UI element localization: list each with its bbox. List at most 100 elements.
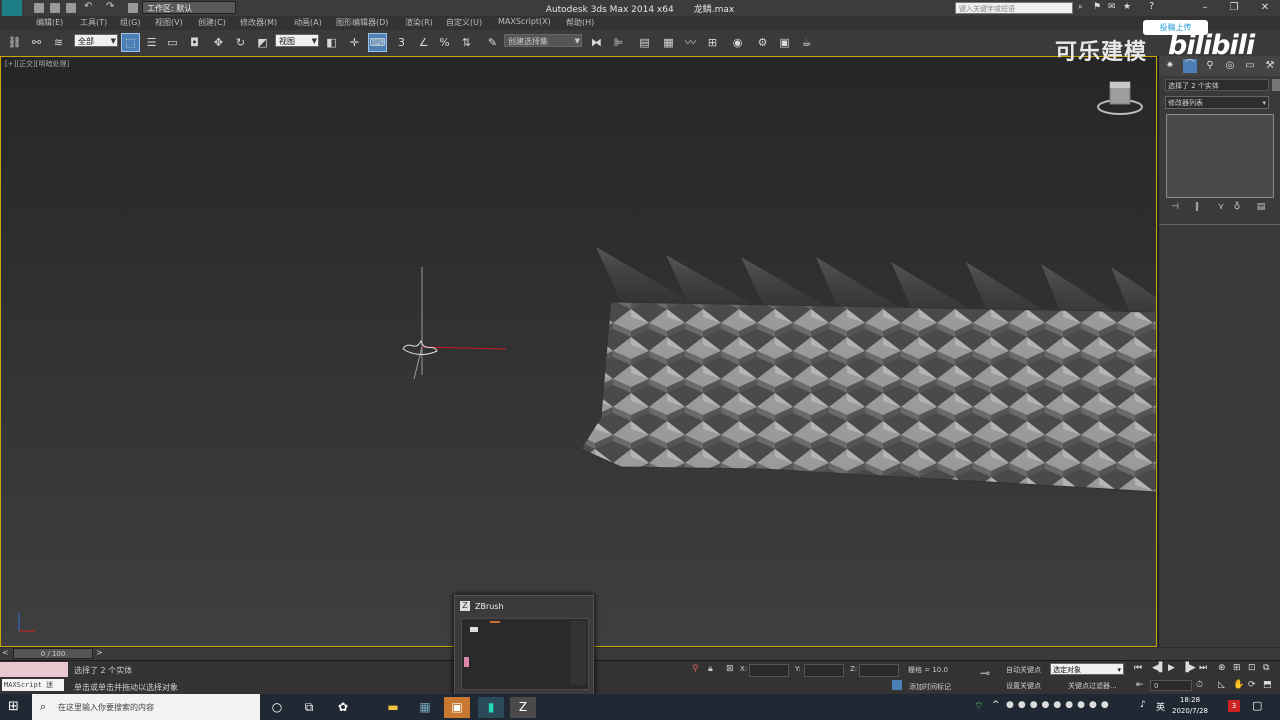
timeline-left-arrow-icon[interactable]: <	[2, 648, 9, 657]
window-crossing-icon[interactable]: ◘	[186, 34, 203, 51]
key-mode-toggle-icon[interactable]: ⇤	[1136, 680, 1144, 690]
y-coord-input[interactable]	[804, 664, 844, 677]
zoom-icon[interactable]: ⊕	[1218, 663, 1226, 673]
key-mode-dropdown[interactable]: 选定对象 ▾	[1050, 663, 1124, 675]
cortana-icon[interactable]: ○	[264, 697, 290, 718]
motion-tab-icon[interactable]: ◎	[1223, 59, 1237, 73]
windows-start-icon[interactable]: ⊞	[8, 699, 19, 714]
3dsmax-taskbar-icon[interactable]: ▮	[478, 697, 504, 718]
action-center-icon[interactable]: ▢	[1252, 699, 1262, 712]
z-coord-input[interactable]	[859, 664, 899, 677]
menu-views[interactable]: 视图(V)	[155, 17, 183, 28]
maximize-viewport-icon[interactable]: ⬒	[1263, 680, 1272, 690]
previous-frame-icon[interactable]: ◀▌	[1152, 663, 1166, 673]
keyboard-shortcut-toggle-icon[interactable]: ⌨	[368, 33, 387, 52]
menu-modifiers[interactable]: 修改器(M)	[240, 17, 277, 28]
edit-named-sel-icon[interactable]: ✎	[484, 34, 501, 51]
minimize-button[interactable]: –	[1190, 0, 1220, 16]
network-icon[interactable]: ⌔	[974, 700, 983, 713]
timeline-right-arrow-icon[interactable]: >	[96, 648, 103, 657]
ime-indicator[interactable]: 英	[1156, 700, 1165, 713]
menu-graph-editors[interactable]: 图形编辑器(D)	[336, 17, 388, 28]
modifier-list-dropdown[interactable]: 修改器列表 ▾	[1165, 96, 1269, 109]
add-time-tag[interactable]: 添加时间标记	[909, 682, 951, 692]
schematic-view-icon[interactable]: ⊞	[704, 34, 721, 51]
reference-coord-dropdown[interactable]: 视图 ▼	[275, 34, 319, 47]
move-icon[interactable]: ✥	[210, 34, 227, 51]
menu-help[interactable]: 帮助(H)	[566, 17, 594, 28]
menu-rendering[interactable]: 渲染(R)	[405, 17, 433, 28]
align-icon[interactable]: ⊫	[610, 34, 627, 51]
volume-icon[interactable]: ♪	[1140, 700, 1146, 710]
key-icon[interactable]: ⊸	[980, 666, 990, 680]
isolate-icon[interactable]: ⚲	[692, 664, 699, 674]
front-viewport[interactable]: [+][正交][明暗处理]	[0, 56, 1157, 647]
spinner-snap-icon[interactable]: ⇅	[458, 34, 475, 51]
zoom-all-icon[interactable]: ⊞	[1233, 663, 1241, 673]
tray-up-icon[interactable]: ^	[992, 700, 1000, 710]
menu-customize[interactable]: 自定义(U)	[446, 17, 482, 28]
menu-edit[interactable]: 编辑(E)	[36, 17, 63, 28]
absolute-mode-icon[interactable]: ⊠	[726, 664, 734, 674]
modifier-stack[interactable]	[1166, 114, 1274, 198]
help-icon[interactable]: ?	[1149, 1, 1154, 12]
time-tag-icon[interactable]	[892, 680, 902, 690]
media-app-icon[interactable]: ▣	[444, 697, 470, 718]
rendered-frame-icon[interactable]: ▣	[776, 34, 793, 51]
named-selection-dropdown[interactable]: 创建选择集 ▼	[504, 34, 582, 47]
render-production-icon[interactable]: ☕	[798, 34, 815, 51]
configure-sets-icon[interactable]: ▤	[1255, 202, 1267, 214]
search-icon[interactable]: ⌕	[1078, 2, 1083, 12]
zoom-extents-all-icon[interactable]: ⧉	[1263, 663, 1269, 673]
show-end-result-icon[interactable]: ‖	[1191, 202, 1203, 214]
time-config-icon[interactable]: ⏱	[1196, 680, 1203, 690]
remove-modifier-icon[interactable]: ♁	[1231, 202, 1243, 214]
maximize-button[interactable]: ❐	[1219, 0, 1249, 16]
zbrush-preview-popup[interactable]: Z ZBrush	[454, 595, 594, 695]
notification-badge[interactable]: 3	[1228, 700, 1240, 712]
curve-editor-icon[interactable]: 〰	[682, 34, 699, 51]
calculator-icon[interactable]: ▦	[412, 697, 438, 718]
close-button[interactable]: ✕	[1250, 0, 1280, 16]
lock-selection-icon[interactable]: 🔒︎	[708, 664, 713, 674]
auto-key-button[interactable]: 自动关键点	[1006, 665, 1041, 675]
task-view-icon[interactable]: ⧉	[296, 697, 322, 718]
select-manipulate-icon[interactable]: ✛	[346, 34, 363, 51]
menu-create[interactable]: 创建(C)	[198, 17, 226, 28]
favorites-icon[interactable]: ★	[1123, 2, 1131, 12]
maxscript-mini-listener[interactable]: MAXScript 迷	[2, 679, 64, 691]
zbrush-taskbar-icon[interactable]: Z	[510, 697, 536, 718]
subscription-icon[interactable]: ⚑	[1093, 2, 1101, 12]
play-icon[interactable]: ▶	[1168, 663, 1175, 673]
key-filters-button[interactable]: 关键点过滤器...	[1068, 681, 1117, 691]
utilities-tab-icon[interactable]: ⚒	[1263, 59, 1277, 73]
percent-snap-icon[interactable]: %	[436, 34, 453, 51]
orbit-icon[interactable]: ⟳	[1248, 680, 1256, 690]
display-tab-icon[interactable]: ▭	[1243, 59, 1257, 73]
menu-maxscript[interactable]: MAXScript(X)	[498, 17, 551, 26]
mirror-icon[interactable]: ⧓	[588, 34, 605, 51]
pin-stack-icon[interactable]: ⊣	[1169, 202, 1181, 214]
system-clock[interactable]: 18:28 2020/7/28	[1172, 695, 1208, 717]
zoom-extents-icon[interactable]: ⊡	[1248, 663, 1256, 673]
menu-animation[interactable]: 动画(A)	[294, 17, 322, 28]
communication-icon[interactable]: ✉	[1108, 2, 1116, 12]
graphite-ribbon-icon[interactable]: ▦	[660, 34, 677, 51]
go-to-start-icon[interactable]: ⏮	[1134, 663, 1142, 673]
pivot-center-icon[interactable]: ◧	[323, 34, 340, 51]
snaps-toggle-icon[interactable]: 3	[393, 34, 410, 51]
time-slider[interactable]: 0 / 100	[13, 648, 93, 659]
object-color-swatch[interactable]	[1272, 79, 1280, 91]
rotate-icon[interactable]: ↻	[232, 34, 249, 51]
render-setup-icon[interactable]: ⚙	[754, 34, 771, 51]
menu-group[interactable]: 组(G)	[120, 17, 140, 28]
select-by-name-icon[interactable]: ☰	[143, 34, 160, 51]
go-to-end-icon[interactable]: ⏭	[1199, 663, 1207, 673]
dragon-scale-mesh[interactable]	[580, 301, 1156, 493]
modify-tab-icon[interactable]: ⌒	[1183, 59, 1197, 73]
tray-app-icons[interactable]: ●●●●●●●●●	[1006, 700, 1113, 710]
scale-icon[interactable]: ◩	[254, 34, 271, 51]
x-coord-input[interactable]	[749, 664, 789, 677]
set-key-button[interactable]: 设置关键点	[1006, 681, 1041, 691]
viewcube-icon[interactable]	[1097, 81, 1143, 115]
